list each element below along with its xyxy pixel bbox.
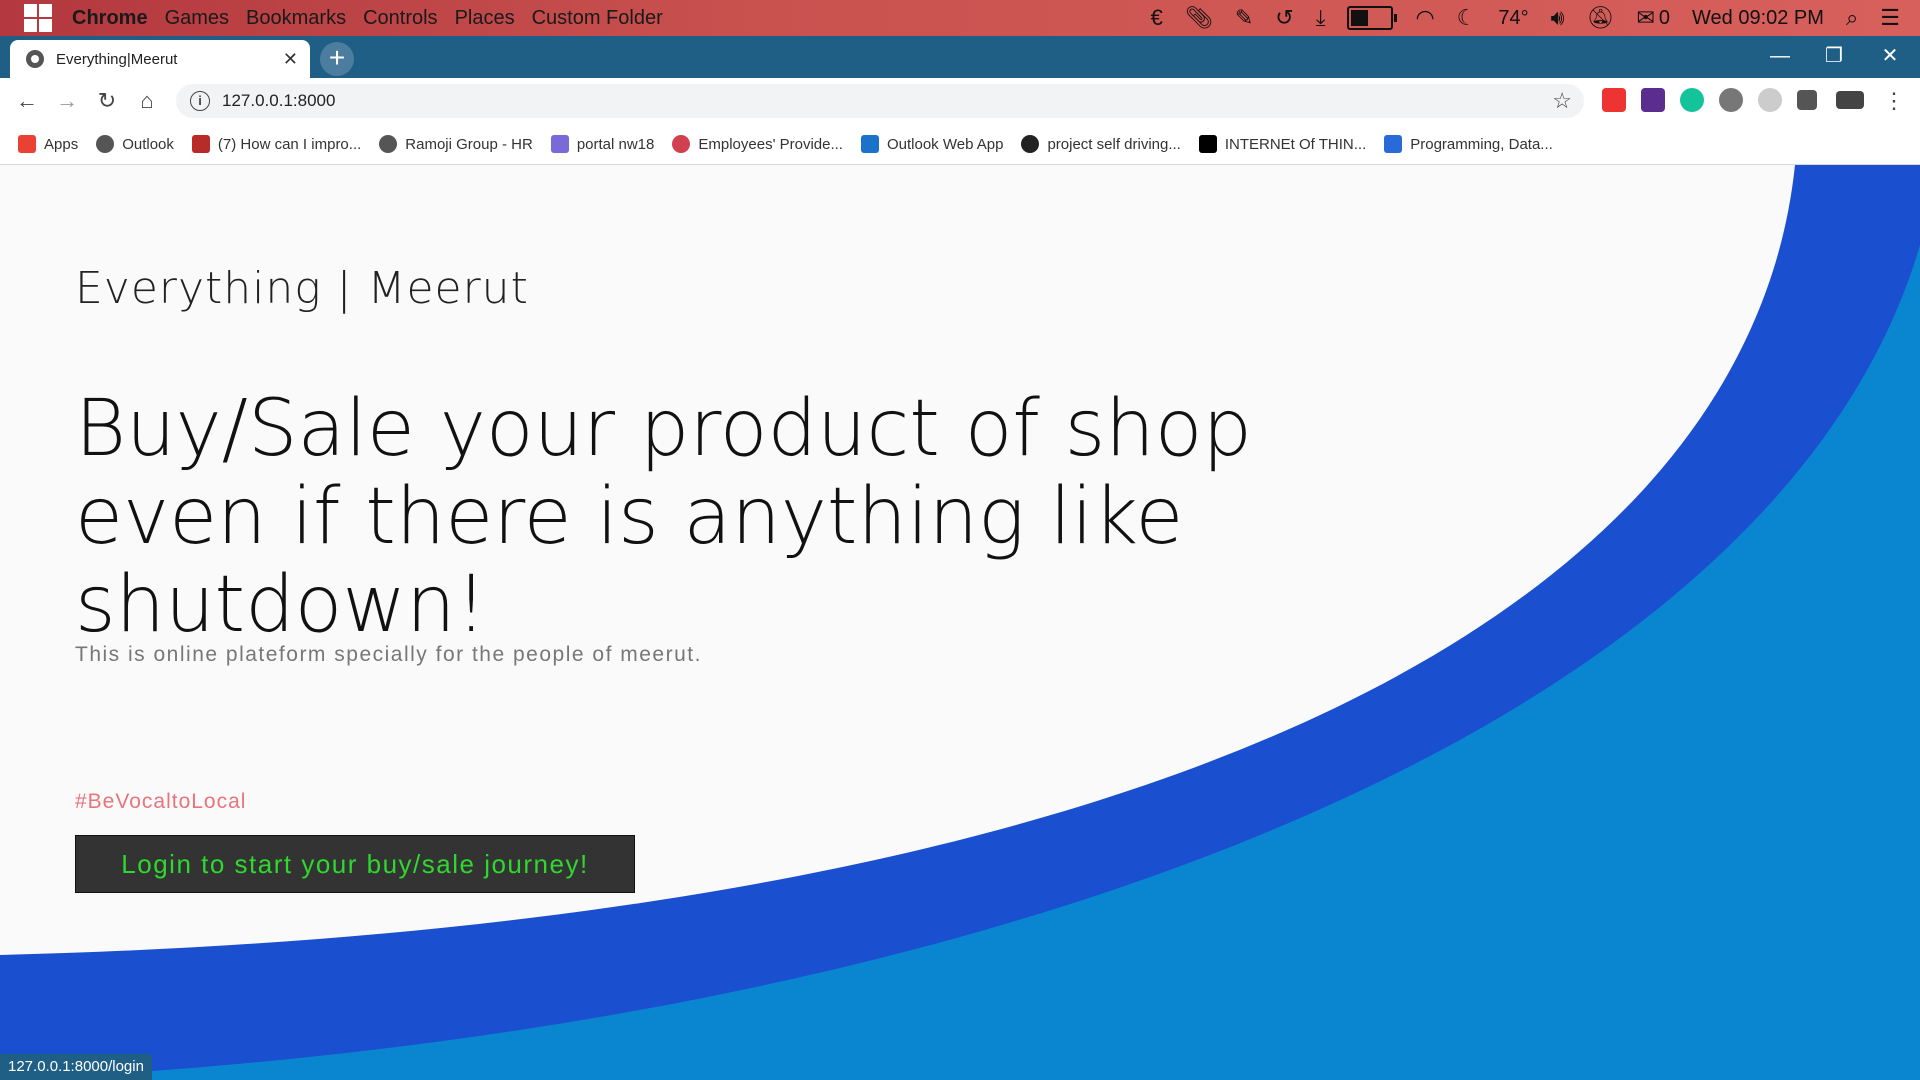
close-window-icon[interactable]: ✕: [1862, 36, 1918, 78]
menu-games[interactable]: Games: [165, 7, 229, 30]
bookmark-item[interactable]: Outlook Web App: [860, 135, 1004, 153]
hero-headline: Buy/Sale your product of shop even if th…: [75, 384, 1252, 650]
grammarly-icon[interactable]: [1680, 88, 1704, 112]
bookmark-label: Programming, Data...: [1410, 135, 1553, 153]
battery-icon[interactable]: [1347, 6, 1398, 30]
globe-icon: [379, 135, 398, 153]
home-icon[interactable]: ⌂: [127, 88, 167, 114]
hero-tagline: This is online plateform specially for t…: [75, 643, 702, 666]
bookmark-label: project self driving...: [1047, 135, 1181, 153]
s-icon: [1384, 135, 1403, 153]
bookmark-item[interactable]: Apps: [18, 135, 78, 153]
bookmark-item[interactable]: Employees' Provide...: [672, 135, 843, 153]
menu-chrome[interactable]: Chrome: [72, 7, 148, 30]
pencil-icon[interactable]: ✎: [1235, 5, 1253, 31]
extension-k-icon[interactable]: [1641, 88, 1665, 112]
menu-places[interactable]: Places: [455, 7, 515, 30]
bookmark-item[interactable]: Programming, Data...: [1384, 135, 1553, 153]
extension-light-icon[interactable]: [1758, 88, 1782, 112]
mute-bell-icon[interactable]: 🔕︎: [1587, 5, 1615, 31]
bookmark-item[interactable]: (7) How can I impro...: [191, 135, 362, 153]
weather-icon: ☾: [1456, 5, 1477, 30]
globe-icon: [96, 135, 115, 153]
os-status-area: € 📎︎ ✎ ↺ ⤓ ◠ ☾ 74° 🔊︎ 🔕︎ ✉ 0 Wed 09:02 P…: [1151, 0, 1900, 36]
login-button[interactable]: Login to start your buy/sale journey!: [75, 835, 635, 893]
bookmark-item[interactable]: Ramoji Group - HR: [379, 135, 533, 153]
browser-toolbar: ← → ↻ ⌂ i 127.0.0.1:8000 ☆ ⋮: [0, 78, 1920, 124]
portal-icon: [550, 135, 569, 153]
medium-icon: [1198, 135, 1217, 153]
menu-controls[interactable]: Controls: [363, 7, 437, 30]
more-menu-icon[interactable]: ⋮: [1874, 88, 1914, 114]
menu-bookmarks[interactable]: Bookmarks: [246, 7, 346, 30]
extension-red-icon[interactable]: [1602, 88, 1626, 112]
site-info-icon[interactable]: i: [190, 91, 210, 111]
hashtag: #BeVocaltoLocal: [75, 790, 247, 813]
forward-icon[interactable]: →: [47, 88, 87, 114]
paperclip-icon[interactable]: 📎︎: [1185, 5, 1213, 31]
bookmark-item[interactable]: portal nw18: [550, 135, 655, 153]
download-icon[interactable]: ⤓: [1316, 5, 1326, 31]
clock[interactable]: Wed 09:02 PM: [1692, 7, 1824, 30]
close-tab-icon[interactable]: ✕: [283, 49, 298, 70]
bookmarks-bar: Apps Outlook (7) How can I impro... Ramoji …: [0, 124, 1920, 165]
status-bar-url: 127.0.0.1:8000/login: [0, 1054, 152, 1080]
site-brand: Everything | Meerut: [75, 263, 529, 314]
bookmark-item[interactable]: project self driving...: [1021, 135, 1181, 153]
tab-active[interactable]: Everything|Meerut ✕: [10, 40, 310, 78]
minimize-icon[interactable]: —: [1752, 36, 1808, 78]
bookmark-label: Ramoji Group - HR: [405, 135, 533, 153]
bookmark-label: Outlook Web App: [886, 135, 1004, 153]
bookmark-label: Employees' Provide...: [698, 135, 843, 153]
github-icon: [1021, 135, 1040, 153]
reload-icon[interactable]: ↻: [87, 88, 127, 114]
menu-custom-folder[interactable]: Custom Folder: [532, 7, 663, 30]
mail-count: 0: [1658, 6, 1670, 29]
extensions-puzzle-icon[interactable]: [1797, 90, 1817, 110]
bookmark-star-icon[interactable]: ☆: [1552, 88, 1572, 114]
euro-icon[interactable]: €: [1151, 5, 1163, 31]
mail-icon[interactable]: ✉: [1636, 5, 1654, 31]
volume-icon[interactable]: 🔊︎: [1551, 5, 1565, 31]
temperature: 74°: [1498, 6, 1529, 29]
url-text[interactable]: 127.0.0.1:8000: [222, 91, 335, 111]
search-icon[interactable]: ⌕: [1846, 5, 1858, 31]
tab-strip: Everything|Meerut ✕ + — ❐ ✕: [0, 36, 1920, 78]
apps-grid-icon: [18, 135, 36, 153]
bookmark-label: INTERNEt Of THIN...: [1224, 135, 1367, 153]
tab-title: Everything|Meerut: [56, 50, 178, 68]
os-menu: Chrome Games Bookmarks Controls Places C…: [72, 7, 663, 30]
globe-icon: [26, 50, 44, 68]
windows-logo-icon[interactable]: [24, 4, 52, 32]
epfo-icon: [672, 135, 691, 153]
new-tab-button[interactable]: +: [320, 42, 354, 76]
bookmark-item[interactable]: Outlook: [96, 135, 174, 153]
back-icon[interactable]: ←: [7, 88, 47, 114]
outlook-icon: [860, 135, 879, 153]
restore-icon[interactable]: ❐: [1806, 36, 1862, 78]
web-page: Everything | Meerut Buy/Sale your produc…: [0, 165, 1920, 1080]
address-bar[interactable]: i 127.0.0.1:8000 ☆: [176, 84, 1584, 118]
extension-gray-icon[interactable]: [1719, 88, 1743, 112]
bookmark-label: (7) How can I impro...: [217, 135, 362, 153]
history-icon[interactable]: ↺: [1275, 5, 1293, 31]
list-icon[interactable]: ☰: [1880, 5, 1900, 31]
bookmark-label: Outlook: [122, 135, 174, 153]
bookmark-label: Apps: [44, 135, 79, 153]
bookmark-item[interactable]: INTERNEt Of THIN...: [1198, 135, 1367, 153]
quora-icon: [191, 135, 210, 153]
wifi-icon[interactable]: ◠: [1415, 5, 1434, 31]
bookmark-label: portal nw18: [576, 135, 655, 153]
os-menu-bar: Chrome Games Bookmarks Controls Places C…: [0, 0, 1920, 36]
profile-card-icon[interactable]: [1836, 91, 1864, 109]
